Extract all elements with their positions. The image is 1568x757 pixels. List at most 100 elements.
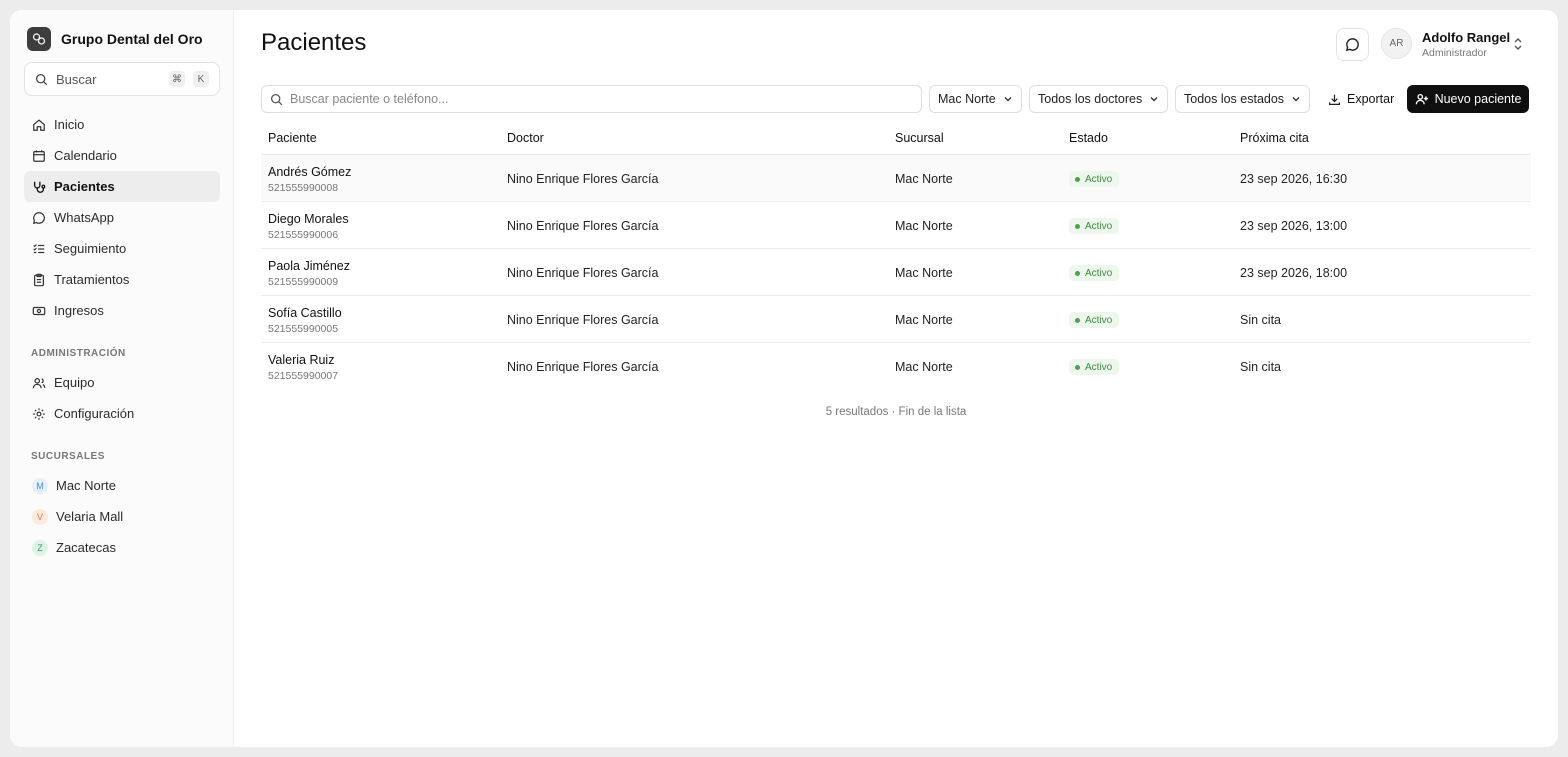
table-row[interactable]: Sofía Castillo 521555990005 Nino Enrique… (261, 296, 1531, 343)
status-dot (1075, 270, 1080, 276)
branch-avatar: V (32, 508, 48, 525)
column-header-proxima-cita[interactable]: Próxima cita (1240, 131, 1309, 145)
patient-phone: 521555990009 (268, 276, 339, 288)
branch-filter-select[interactable]: Mac Norte (929, 85, 1022, 113)
column-header-sucursal[interactable]: Sucursal (895, 131, 944, 145)
sidebar-item-label: Tratamientos (54, 272, 130, 287)
brand[interactable]: Grupo Dental del Oro (27, 27, 203, 51)
sidebar-item-whatsapp[interactable]: WhatsApp (24, 202, 220, 233)
table-row[interactable]: Andrés Gómez 521555990008 Nino Enrique F… (261, 155, 1531, 202)
sidebar-item-label: Calendario (54, 148, 117, 163)
column-header-estado[interactable]: Estado (1069, 131, 1108, 145)
sidebar-item-label: Seguimiento (54, 241, 127, 256)
tooth-logo-icon (27, 27, 51, 51)
table-row[interactable]: Diego Morales 521555990006 Nino Enrique … (261, 202, 1531, 249)
admin-nav: Equipo Configuración (24, 367, 220, 429)
patient-phone: 521555990006 (268, 229, 339, 241)
status-label: Activo (1085, 267, 1113, 279)
next-appointment-cell: Sin cita (1240, 360, 1281, 374)
branch-cell: Mac Norte (895, 360, 953, 374)
sidebar-item-label: Inicio (54, 117, 85, 132)
admin-section-title: ADMINISTRACIÓN (31, 348, 126, 359)
sidebar-item-pacientes[interactable]: Pacientes (24, 171, 220, 202)
chevron-up-down-icon[interactable] (1512, 37, 1524, 51)
patient-search-input[interactable] (290, 92, 913, 106)
status-dot (1075, 364, 1080, 370)
sidebar-item-configuracion[interactable]: Configuración (24, 398, 220, 429)
chevron-down-icon (1150, 97, 1158, 102)
patient-phone: 521555990005 (268, 323, 339, 335)
table-row[interactable]: Paola Jiménez 521555990009 Nino Enrique … (261, 249, 1531, 296)
status-badge: Activo (1069, 265, 1120, 281)
sidebar-item-inicio[interactable]: Inicio (24, 109, 220, 140)
list-checks-icon (33, 243, 45, 253)
app-window: Grupo Dental del Oro Buscar ⌘ K Inicio C… (10, 10, 1558, 747)
sidebar-branch-zacatecas[interactable]: Z Zacatecas (24, 532, 220, 563)
doctor-cell: Nino Enrique Flores García (507, 360, 659, 374)
sidebar-branch-label: Mac Norte (56, 478, 116, 493)
table-row[interactable]: Valeria Ruiz 521555990007 Nino Enrique F… (261, 343, 1531, 390)
user-name[interactable]: Adolfo Rangel (1422, 30, 1510, 45)
status-label: Activo (1085, 314, 1113, 326)
calendar-icon (33, 149, 45, 162)
chat-bubble-icon (32, 211, 45, 224)
patient-search-box[interactable] (261, 85, 922, 113)
sidebar-branch-mac-norte[interactable]: M Mac Norte (24, 470, 220, 501)
sidebar: Grupo Dental del Oro Buscar ⌘ K Inicio C… (10, 10, 234, 747)
doctor-cell: Nino Enrique Flores García (507, 172, 659, 186)
sidebar-item-seguimiento[interactable]: Seguimiento (24, 233, 220, 264)
patient-name: Andrés Gómez (268, 165, 352, 179)
branch-cell: Mac Norte (895, 172, 953, 186)
sidebar-branch-velaria-mall[interactable]: V Velaria Mall (24, 501, 220, 532)
sidebar-item-label: Pacientes (54, 179, 115, 194)
doctor-cell: Nino Enrique Flores García (507, 266, 659, 280)
branch-avatar: Z (32, 539, 48, 556)
clipboard-icon (34, 273, 44, 286)
doctor-cell: Nino Enrique Flores García (507, 313, 659, 327)
patient-name: Valeria Ruiz (268, 353, 335, 367)
sidebar-item-calendario[interactable]: Calendario (24, 140, 220, 171)
next-appointment-cell: Sin cita (1240, 313, 1281, 327)
new-patient-button[interactable]: Nuevo paciente (1407, 85, 1529, 113)
branch-cell: Mac Norte (895, 266, 953, 280)
status-filter-select[interactable]: Todos los estados (1175, 85, 1310, 113)
next-appointment-cell: 23 sep 2026, 18:00 (1240, 266, 1348, 280)
chat-bubble-icon (1345, 38, 1359, 52)
sidebar-item-ingresos[interactable]: Ingresos (24, 295, 220, 326)
branches-nav: M Mac Norte V Velaria Mall Z Zacatecas (24, 470, 220, 563)
next-appointment-cell: 23 sep 2026, 16:30 (1240, 172, 1348, 186)
patients-table: Paciente Doctor Sucursal Estado Próxima … (261, 122, 1531, 390)
sidebar-item-label: Ingresos (54, 303, 104, 318)
export-button[interactable]: Exportar (1322, 85, 1398, 113)
main-nav: Inicio Calendario Pacientes WhatsApp Seg… (24, 109, 220, 326)
column-header-doctor[interactable]: Doctor (507, 131, 544, 145)
patient-phone: 521555990007 (268, 370, 339, 382)
sidebar-item-equipo[interactable]: Equipo (24, 367, 220, 398)
status-dot (1075, 317, 1080, 323)
table-header: Paciente Doctor Sucursal Estado Próxima … (261, 122, 1531, 155)
user-role: Administrador (1422, 47, 1487, 59)
stethoscope-icon (33, 181, 46, 193)
branch-filter-value: Mac Norte (938, 92, 996, 106)
status-dot (1075, 223, 1080, 229)
branches-section-title: SUCURSALES (31, 451, 105, 462)
gear-icon (33, 407, 45, 420)
avatar[interactable]: AR (1381, 28, 1412, 59)
results-summary: 5 resultados · Fin de la lista (825, 406, 967, 418)
export-button-label: Exportar (1347, 92, 1395, 106)
sidebar-search-label: Buscar (56, 71, 97, 87)
column-header-paciente[interactable]: Paciente (268, 131, 317, 145)
shortcut-letter-key: K (193, 71, 209, 87)
next-appointment-cell: 23 sep 2026, 13:00 (1240, 219, 1348, 233)
sidebar-search[interactable]: Buscar ⌘ K (24, 62, 220, 96)
shortcut-mod-key: ⌘ (169, 71, 185, 87)
status-label: Activo (1085, 220, 1113, 232)
status-label: Activo (1085, 173, 1113, 185)
users-icon (32, 377, 46, 388)
status-badge: Activo (1069, 312, 1120, 328)
chevron-down-icon (1004, 97, 1012, 102)
sidebar-item-tratamientos[interactable]: Tratamientos (24, 264, 220, 295)
doctor-cell: Nino Enrique Flores García (507, 219, 659, 233)
messages-button[interactable] (1336, 28, 1369, 61)
doctor-filter-select[interactable]: Todos los doctores (1029, 85, 1168, 113)
